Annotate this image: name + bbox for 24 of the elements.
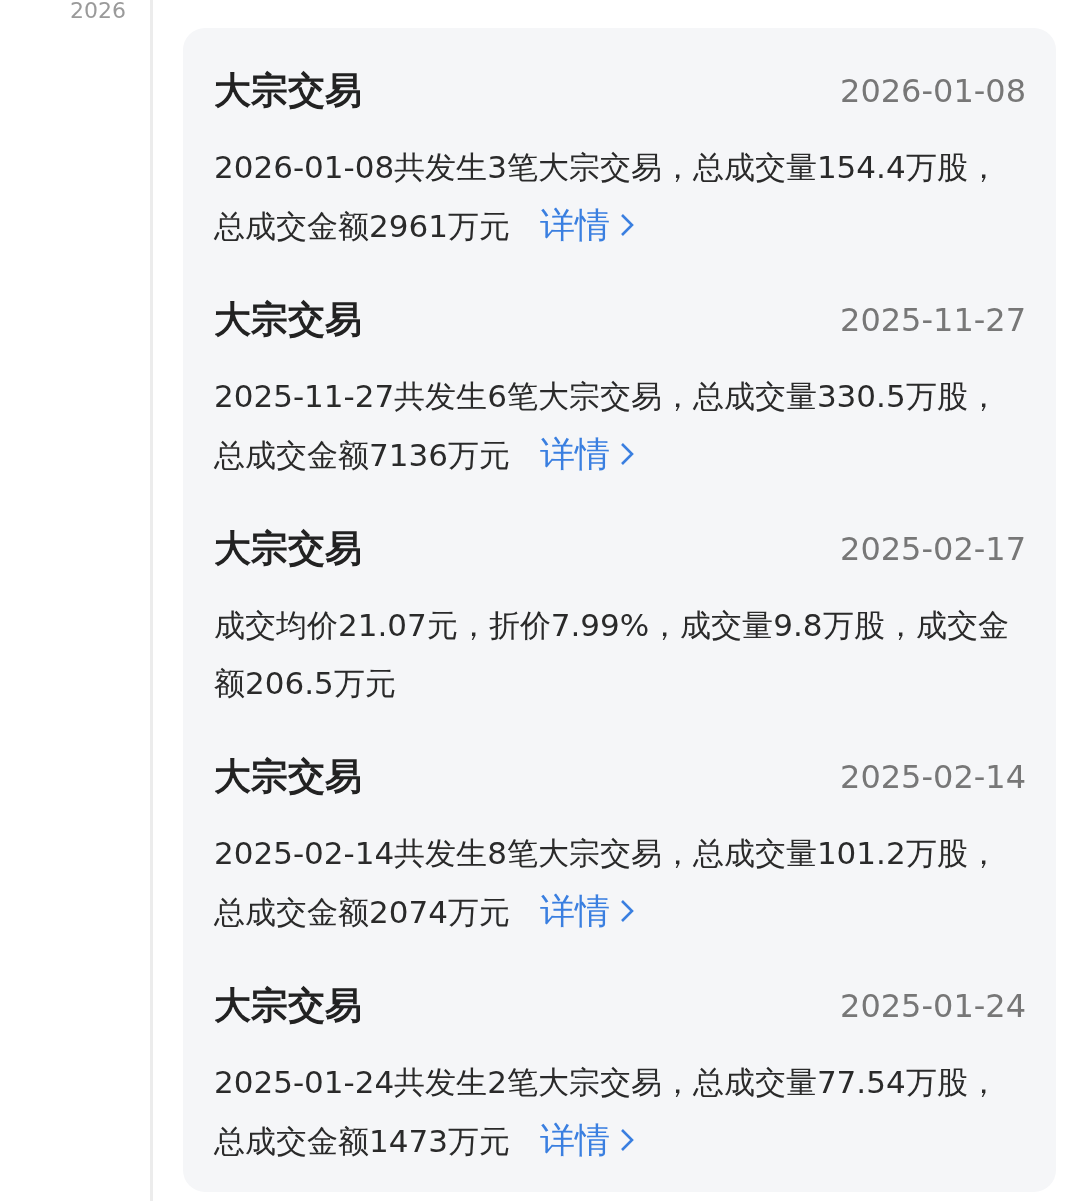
details-link[interactable]: 详情 <box>539 425 634 483</box>
event-description: 成交均价21.07元，折价7.99%，成交量9.8万股，成交金额206.5万元 <box>214 606 1010 703</box>
event-description: 2025-01-24共发生2笔大宗交易，总成交量77.54万股，总成交金额1473万元 详情 <box>214 1053 1026 1170</box>
details-link[interactable]: 详情 <box>539 196 634 254</box>
event-title: 大宗交易 <box>214 754 362 800</box>
event-title: 大宗交易 <box>214 983 362 1029</box>
event-date: 2025-11-27 <box>840 301 1026 339</box>
details-link[interactable]: 详情 <box>539 1111 634 1169</box>
chevron-right-icon <box>619 1128 634 1152</box>
chevron-right-icon <box>619 442 634 466</box>
event-title: 大宗交易 <box>214 526 362 572</box>
event-description: 2025-11-27共发生6笔大宗交易，总成交量330.5万股，总成交金额7136万元 详情 <box>214 367 1026 484</box>
event-date: 2025-01-24 <box>840 987 1026 1025</box>
details-link[interactable]: 详情 <box>539 882 634 940</box>
event-title: 大宗交易 <box>214 297 362 343</box>
year-label: 2026 <box>70 0 126 22</box>
chevron-right-icon <box>619 899 634 923</box>
chevron-right-icon <box>619 213 634 237</box>
event-title: 大宗交易 <box>214 68 362 114</box>
event-description: 2025-02-14共发生8笔大宗交易，总成交量101.2万股，总成交金额2074万元 详情 <box>214 824 1026 941</box>
event-date: 2026-01-08 <box>840 72 1026 110</box>
event-date: 2025-02-17 <box>840 530 1026 568</box>
event-description: 2026-01-08共发生3笔大宗交易，总成交量154.4万股，总成交金额2961万元 详情 <box>214 138 1026 255</box>
event-date: 2025-02-14 <box>840 758 1026 796</box>
